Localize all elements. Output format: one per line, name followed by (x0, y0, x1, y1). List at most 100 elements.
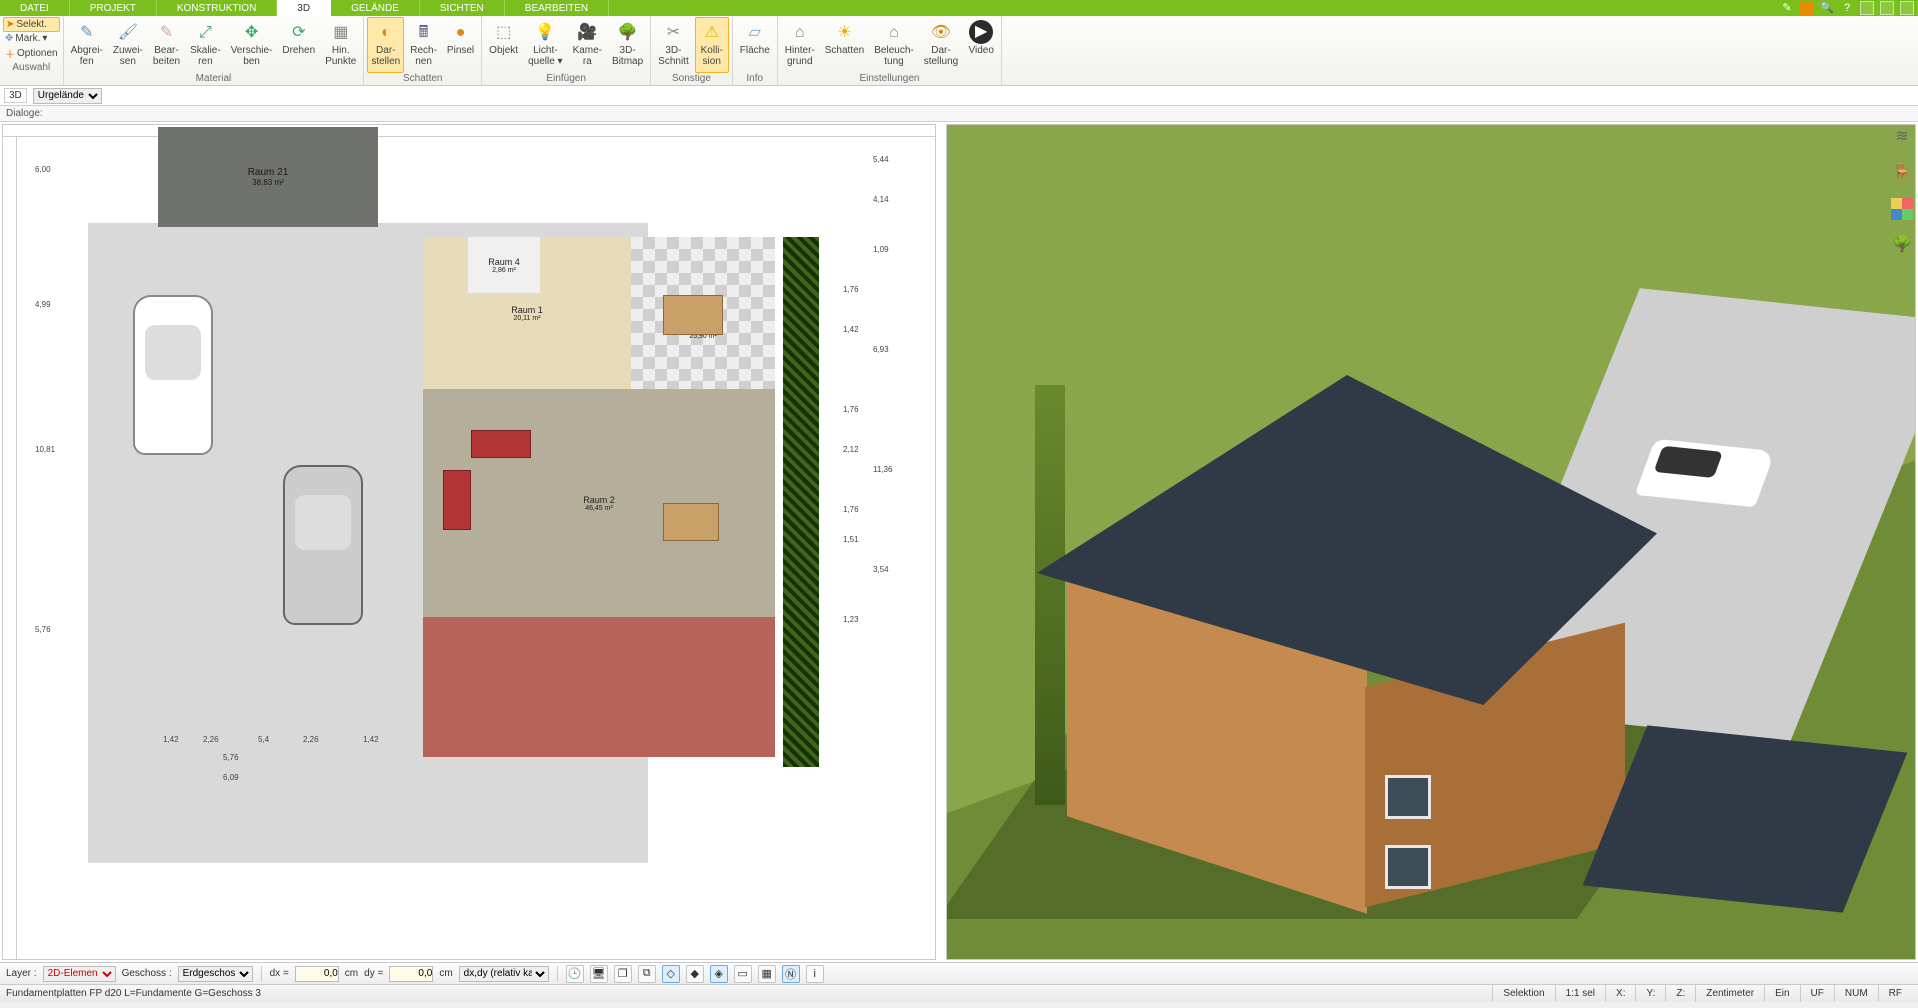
window-close[interactable] (1900, 1, 1914, 15)
darstellung-button[interactable]: 👁Dar- stellung (920, 17, 962, 73)
darstellen-button[interactable]: ◐Dar- stellen (367, 17, 404, 73)
search-icon[interactable]: 🔍 (1820, 1, 1834, 15)
menu-spacer (609, 0, 1776, 16)
select-toggle[interactable]: ➤ Selekt. (3, 17, 60, 32)
scale-icon: ⤢ (193, 20, 217, 44)
dx-input[interactable] (295, 966, 339, 982)
window-upper (1385, 775, 1431, 819)
dx-label: dx = (270, 968, 289, 979)
tab-bearbeiten[interactable]: BEARBEITEN (505, 0, 609, 16)
dim-b3: 2,26 (303, 735, 319, 744)
pinsel-button[interactable]: ●Pinsel (443, 17, 478, 73)
chair-icon[interactable]: 🪑 (1891, 162, 1913, 184)
car-3d[interactable] (1635, 439, 1775, 508)
objekt-button[interactable]: ⬚Objekt (485, 17, 522, 73)
info-icon[interactable]: i (806, 965, 824, 983)
car-2[interactable] (283, 465, 363, 625)
snap-perp-icon[interactable]: ◈ (710, 965, 728, 983)
video-button[interactable]: ▶Video (964, 17, 998, 73)
hintergrund-button[interactable]: ⌂Hinter- grund (781, 17, 819, 73)
monitor-icon[interactable]: 🖥 (590, 965, 608, 983)
3dbitmap-button[interactable]: 🌳3D- Bitmap (608, 17, 647, 73)
options-toggle[interactable]: ＋ Optionen (3, 45, 60, 62)
layer-select[interactable]: 2D-Elemen (43, 966, 116, 982)
snap-parallel-icon[interactable]: ▭ (734, 965, 752, 983)
room-2[interactable]: Raum 2 46,45 m² (423, 389, 775, 617)
panel-title-einfuegen: Einfügen (485, 73, 647, 85)
bearbeiten-button[interactable]: ✎Bear- beiten (149, 17, 184, 73)
schatten-cfg-button[interactable]: ☀Schatten (821, 17, 868, 73)
view-splitter[interactable] (938, 122, 944, 962)
dim-r5: 6,93 (873, 345, 889, 354)
rechnen-button[interactable]: 🖩Rech- nen (406, 17, 441, 73)
sun-icon: ☀ (833, 20, 857, 44)
terrace[interactable] (423, 617, 775, 757)
view-2d[interactable]: 6,00 4,99 10,81 5,76 Raum 21 38,83 m² Ra… (2, 124, 936, 960)
sofa-1[interactable] (471, 430, 531, 458)
edit-icon: ✎ (154, 20, 178, 44)
pencil-icon[interactable]: ✎ (1780, 1, 1794, 15)
move-icon: ✥ (240, 20, 264, 44)
window-restore[interactable] (1880, 1, 1894, 15)
dim-l2: 10,81 (35, 445, 55, 454)
calc-icon: 🖩 (412, 20, 436, 44)
kollision-button[interactable]: ⚠Kolli- sion (695, 17, 729, 73)
tab-projekt[interactable]: PROJEKT (70, 0, 157, 16)
tab-konstruktion[interactable]: KONSTRUKTION (157, 0, 277, 16)
dining-table-2[interactable] (663, 503, 719, 541)
clock-icon[interactable]: 🕒 (566, 965, 584, 983)
dim-r10: 1,51 (843, 535, 859, 544)
tab-datei[interactable]: DATEI (0, 0, 70, 16)
cursor-icon: ➤ (6, 19, 14, 30)
flaeche-button[interactable]: ▱Fläche (736, 17, 774, 73)
palette-icon[interactable] (1891, 198, 1913, 220)
abgreifen-button[interactable]: ✎Abgrei- fen (67, 17, 107, 73)
dim-l0: 6,00 (35, 165, 51, 174)
stack-icon[interactable]: ❒ (614, 965, 632, 983)
hinpunkte-button[interactable]: ▦Hin. Punkte (321, 17, 360, 73)
room-garage[interactable]: Raum 21 38,83 m² (158, 127, 378, 227)
panel-title-material: Material (67, 73, 361, 85)
coord-mode-select[interactable]: dx,dy (relativ ka (459, 966, 549, 982)
skalieren-button[interactable]: ⤢Skalie- ren (186, 17, 225, 73)
dialog-bar: Dialoge: (0, 106, 1918, 122)
beleuchtung-button[interactable]: ⌂Beleuch- tung (870, 17, 917, 73)
dim-b6: 6,09 (223, 773, 239, 782)
tab-sichten[interactable]: SICHTEN (420, 0, 505, 16)
panel-title-sonstige: Sonstige (654, 73, 729, 85)
orange-box-icon[interactable] (1800, 1, 1814, 15)
view-mode-tag[interactable]: 3D (4, 88, 27, 103)
help-icon[interactable]: ? (1840, 1, 1854, 15)
room-4[interactable]: Raum 4 2,86 m² (468, 237, 540, 293)
geschoss-select[interactable]: Erdgeschos (178, 966, 253, 982)
grid-icon[interactable]: ▦ (758, 965, 776, 983)
scissors-icon: ✂ (661, 20, 685, 44)
mark-toggle[interactable]: ✥ Mark. ▾ (3, 32, 60, 45)
dining-table-1[interactable] (663, 295, 723, 335)
terrain-select[interactable]: Urgelände (33, 88, 102, 104)
dim-r0: 5,44 (873, 155, 889, 164)
kamera-button[interactable]: 🎥Kame- ra (569, 17, 606, 73)
snap-endpoint-icon[interactable]: ◇ (662, 965, 680, 983)
status-selection: Selektion (1492, 985, 1554, 1002)
tree-side-icon[interactable]: 🌳 (1891, 234, 1913, 256)
verschieben-button[interactable]: ✥Verschie- ben (227, 17, 277, 73)
bulb-icon: 💡 (533, 20, 557, 44)
tab-gelaende[interactable]: GELÄNDE (331, 0, 420, 16)
layers-icon[interactable]: ≋ (1891, 126, 1913, 148)
tab-3d[interactable]: 3D (277, 0, 331, 16)
drehen-button[interactable]: ⟳Drehen (278, 17, 319, 73)
north-icon[interactable]: Ⓝ (782, 965, 800, 983)
window-minimize[interactable] (1860, 1, 1874, 15)
view-3d[interactable] (946, 124, 1916, 960)
3dschnitt-button[interactable]: ✂3D- Schnitt (654, 17, 693, 73)
snap-mid-icon[interactable]: ◆ (686, 965, 704, 983)
zuweisen-button[interactable]: 🖌Zuwei- sen (109, 17, 147, 73)
copy-icon[interactable]: ⧉ (638, 965, 656, 983)
dim-b1: 2,26 (203, 735, 219, 744)
sofa-2[interactable] (443, 470, 471, 530)
car-1[interactable] (133, 295, 213, 455)
lichtquelle-button[interactable]: 💡Licht- quelle ▾ (524, 17, 567, 73)
house-3d[interactable] (1067, 345, 1627, 865)
dy-input[interactable] (389, 966, 433, 982)
